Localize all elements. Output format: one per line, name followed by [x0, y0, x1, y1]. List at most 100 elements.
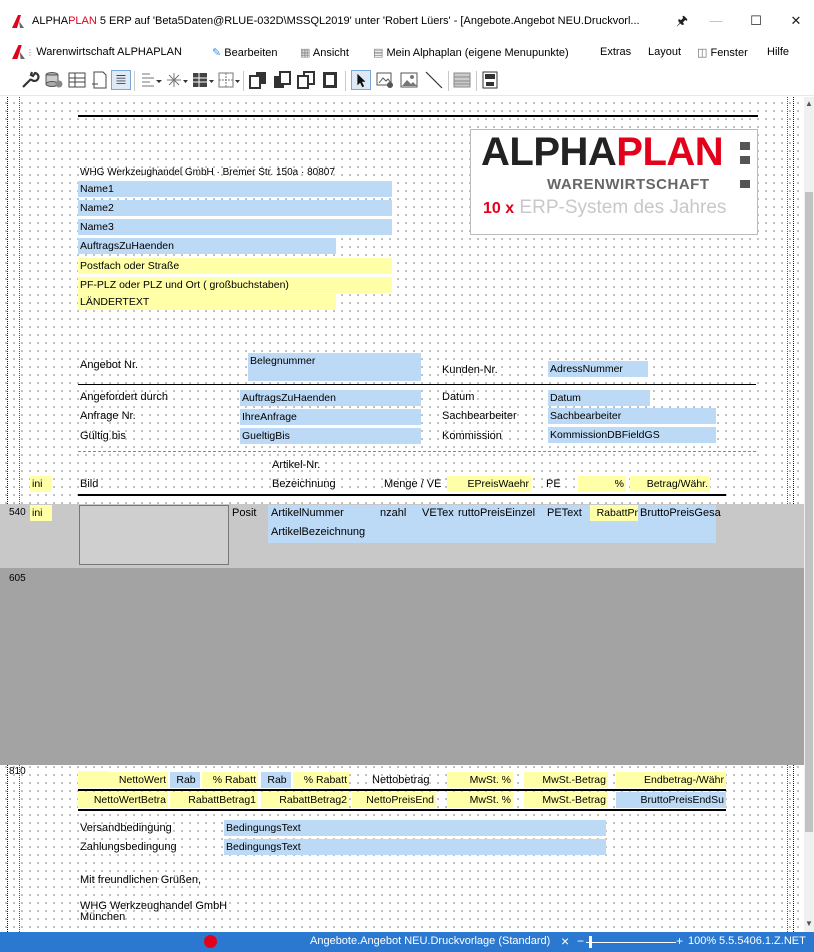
- footer-mwst-betrag-value[interactable]: MwSt.-Betrag: [524, 792, 608, 808]
- footer-nettowert-label[interactable]: NettoWert: [78, 772, 168, 788]
- label-angebot-nr: Angebot Nr.: [80, 359, 139, 371]
- record-indicator-icon: [204, 935, 217, 948]
- draw-line-icon[interactable]: [424, 70, 444, 90]
- bring-to-front-icon[interactable]: [248, 70, 268, 90]
- menu-layout[interactable]: Layout: [648, 46, 681, 58]
- table-icon[interactable]: [452, 70, 472, 90]
- report-designer-canvas[interactable]: ALPHAPLAN WARENWIRTSCHAFT 10 x ERP-Syste…: [0, 97, 804, 932]
- menu-mein-alphaplan[interactable]: ▤ Mein Alphaplan (eigene Menupunkte): [373, 46, 569, 59]
- band-line-number: 605: [9, 573, 26, 584]
- insert-field-icon[interactable]: [375, 70, 395, 90]
- align-dropdown-icon[interactable]: [139, 70, 163, 90]
- zoom-in-icon[interactable]: +: [676, 934, 683, 948]
- page-icon[interactable]: [90, 70, 110, 90]
- scroll-up-icon[interactable]: ▲: [804, 99, 814, 111]
- footer-endbetrag-label[interactable]: Endbetrag-/Währ: [616, 772, 726, 788]
- menu-extras[interactable]: Extras: [600, 46, 631, 58]
- detail-posit: Posit: [232, 507, 257, 519]
- table-dropdown-icon[interactable]: [191, 70, 215, 90]
- field-kommission[interactable]: KommissionDBFieldGS: [548, 427, 716, 443]
- detail-ini[interactable]: ini: [30, 505, 52, 521]
- vertical-scrollbar[interactable]: ▲ ▼: [804, 97, 814, 932]
- footer-nettopreis-end[interactable]: NettoPreisEnd: [352, 792, 436, 808]
- minimize-button[interactable]: —: [700, 10, 732, 32]
- menu-warenwirtschaft[interactable]: ⋮ Warenwirtschaft ALPHAPLAN: [26, 46, 182, 58]
- grid-icon[interactable]: [67, 70, 87, 90]
- footer-rabatt2-label[interactable]: % Rabatt: [293, 772, 349, 788]
- zoom-out-icon[interactable]: −: [577, 934, 584, 948]
- menu-hilfe[interactable]: Hilfe: [767, 46, 789, 58]
- footer-mwst-betrag-label[interactable]: MwSt.-Betrag: [524, 772, 608, 788]
- col-pe: PE: [546, 478, 561, 490]
- footer-rab1-label[interactable]: Rab: [170, 772, 200, 788]
- field-name3[interactable]: Name3: [78, 219, 392, 235]
- footer-rabattbetrag2[interactable]: RabattBetrag2: [261, 792, 349, 808]
- col-prozent[interactable]: %: [578, 476, 626, 492]
- col-ini[interactable]: ini: [30, 476, 52, 492]
- footer-mwst-label[interactable]: MwSt. %: [447, 772, 513, 788]
- menu-bearbeiten[interactable]: ✎ Bearbeiten: [212, 46, 278, 59]
- detail-bild-frame[interactable]: [79, 505, 229, 565]
- footer-rabattbetrag1[interactable]: RabattBetrag1: [170, 792, 258, 808]
- border-dropdown-icon[interactable]: [217, 70, 241, 90]
- document-icon: ▤: [373, 47, 384, 59]
- pin-button[interactable]: 🖈: [666, 10, 698, 32]
- band-line-number: 540: [9, 507, 26, 518]
- field-name2[interactable]: Name2: [78, 200, 392, 216]
- list-icon[interactable]: [111, 70, 131, 90]
- field-datum[interactable]: Datum: [548, 390, 650, 406]
- save-layout-icon[interactable]: [480, 70, 500, 90]
- detail-brutto-gesamt: BruttoPreisGesa: [640, 507, 721, 519]
- frame-icon[interactable]: [320, 70, 340, 90]
- menu-ansicht[interactable]: ▦ Ansicht: [300, 46, 349, 59]
- col-betrag[interactable]: Betrag/Währ.: [630, 476, 710, 492]
- footer-rule-1: [78, 789, 726, 791]
- header-divider: [78, 384, 756, 385]
- status-bar: Angebote.Angebot NEU.Druckvorlage (Stand…: [0, 932, 814, 952]
- window-icon: ◫: [697, 47, 708, 59]
- closing-city: München: [80, 911, 126, 923]
- field-plz-ort[interactable]: PF-PLZ oder PLZ und Ort ( großbuchstaben…: [78, 277, 392, 293]
- field-land[interactable]: LÄNDERTEXT: [78, 294, 336, 310]
- scroll-down-icon[interactable]: ▼: [804, 919, 814, 931]
- field-gueltig[interactable]: GueltigBis: [240, 428, 421, 444]
- maximize-button[interactable]: ☐: [740, 10, 772, 32]
- field-zu-haenden[interactable]: AuftragsZuHaenden: [78, 238, 336, 254]
- field-strasse[interactable]: Postfach oder Straße: [78, 258, 392, 274]
- logo-tagline: 10 x ERP-System des Jahres: [483, 197, 727, 218]
- field-sachbearbeiter[interactable]: Sachbearbeiter: [548, 408, 716, 424]
- bring-forward-icon[interactable]: [296, 70, 316, 90]
- footer-rabatt1-label[interactable]: % Rabatt: [202, 772, 258, 788]
- app-version: 5.5.5406.1.Z.NET: [719, 935, 806, 947]
- field-angefordert[interactable]: AuftragsZuHaenden: [240, 390, 421, 406]
- footer-rab2-label[interactable]: Rab: [261, 772, 291, 788]
- zoom-slider-track[interactable]: [586, 942, 676, 943]
- menu-fenster[interactable]: ◫ Fenster: [697, 46, 748, 59]
- close-button[interactable]: ✕: [780, 10, 812, 32]
- footer-mwst-value[interactable]: MwSt. %: [447, 792, 513, 808]
- logo-subtitle: WARENWIRTSCHAFT: [547, 176, 710, 193]
- database-icon[interactable]: [44, 70, 64, 90]
- detail-rabatt[interactable]: RabattPr: [590, 505, 638, 521]
- snap-dropdown-icon[interactable]: [165, 70, 189, 90]
- field-zahlung[interactable]: BedingungsText: [224, 839, 606, 855]
- title-bar: ALPHAPLAN 5 ERP auf 'Beta5Daten@RLUE-032…: [0, 0, 814, 40]
- field-versand[interactable]: BedingungsText: [224, 820, 606, 836]
- status-close-icon[interactable]: ×: [561, 933, 569, 949]
- insert-image-icon[interactable]: [399, 70, 419, 90]
- wrench-icon[interactable]: [20, 70, 40, 90]
- footer-nettowert-value[interactable]: NettoWertBetra: [78, 792, 168, 808]
- pointer-icon[interactable]: [351, 70, 371, 90]
- footer-brutto-end[interactable]: BruttoPreisEndSu: [616, 792, 726, 808]
- field-adressnummer[interactable]: AdressNummer: [548, 361, 648, 377]
- scroll-thumb[interactable]: [805, 192, 813, 832]
- alphaplan-logo-icon: [12, 45, 25, 59]
- zoom-slider-handle[interactable]: [589, 936, 592, 948]
- col-epreis[interactable]: EPreisWaehr: [447, 476, 531, 492]
- field-belegnummer[interactable]: Belegnummer: [248, 353, 421, 381]
- empty-band[interactable]: [0, 568, 804, 765]
- field-name1[interactable]: Name1: [78, 181, 392, 197]
- field-anfrage[interactable]: IhreAnfrage: [240, 409, 421, 425]
- label-kommission: Kommission: [442, 430, 502, 442]
- send-to-back-icon[interactable]: [272, 70, 292, 90]
